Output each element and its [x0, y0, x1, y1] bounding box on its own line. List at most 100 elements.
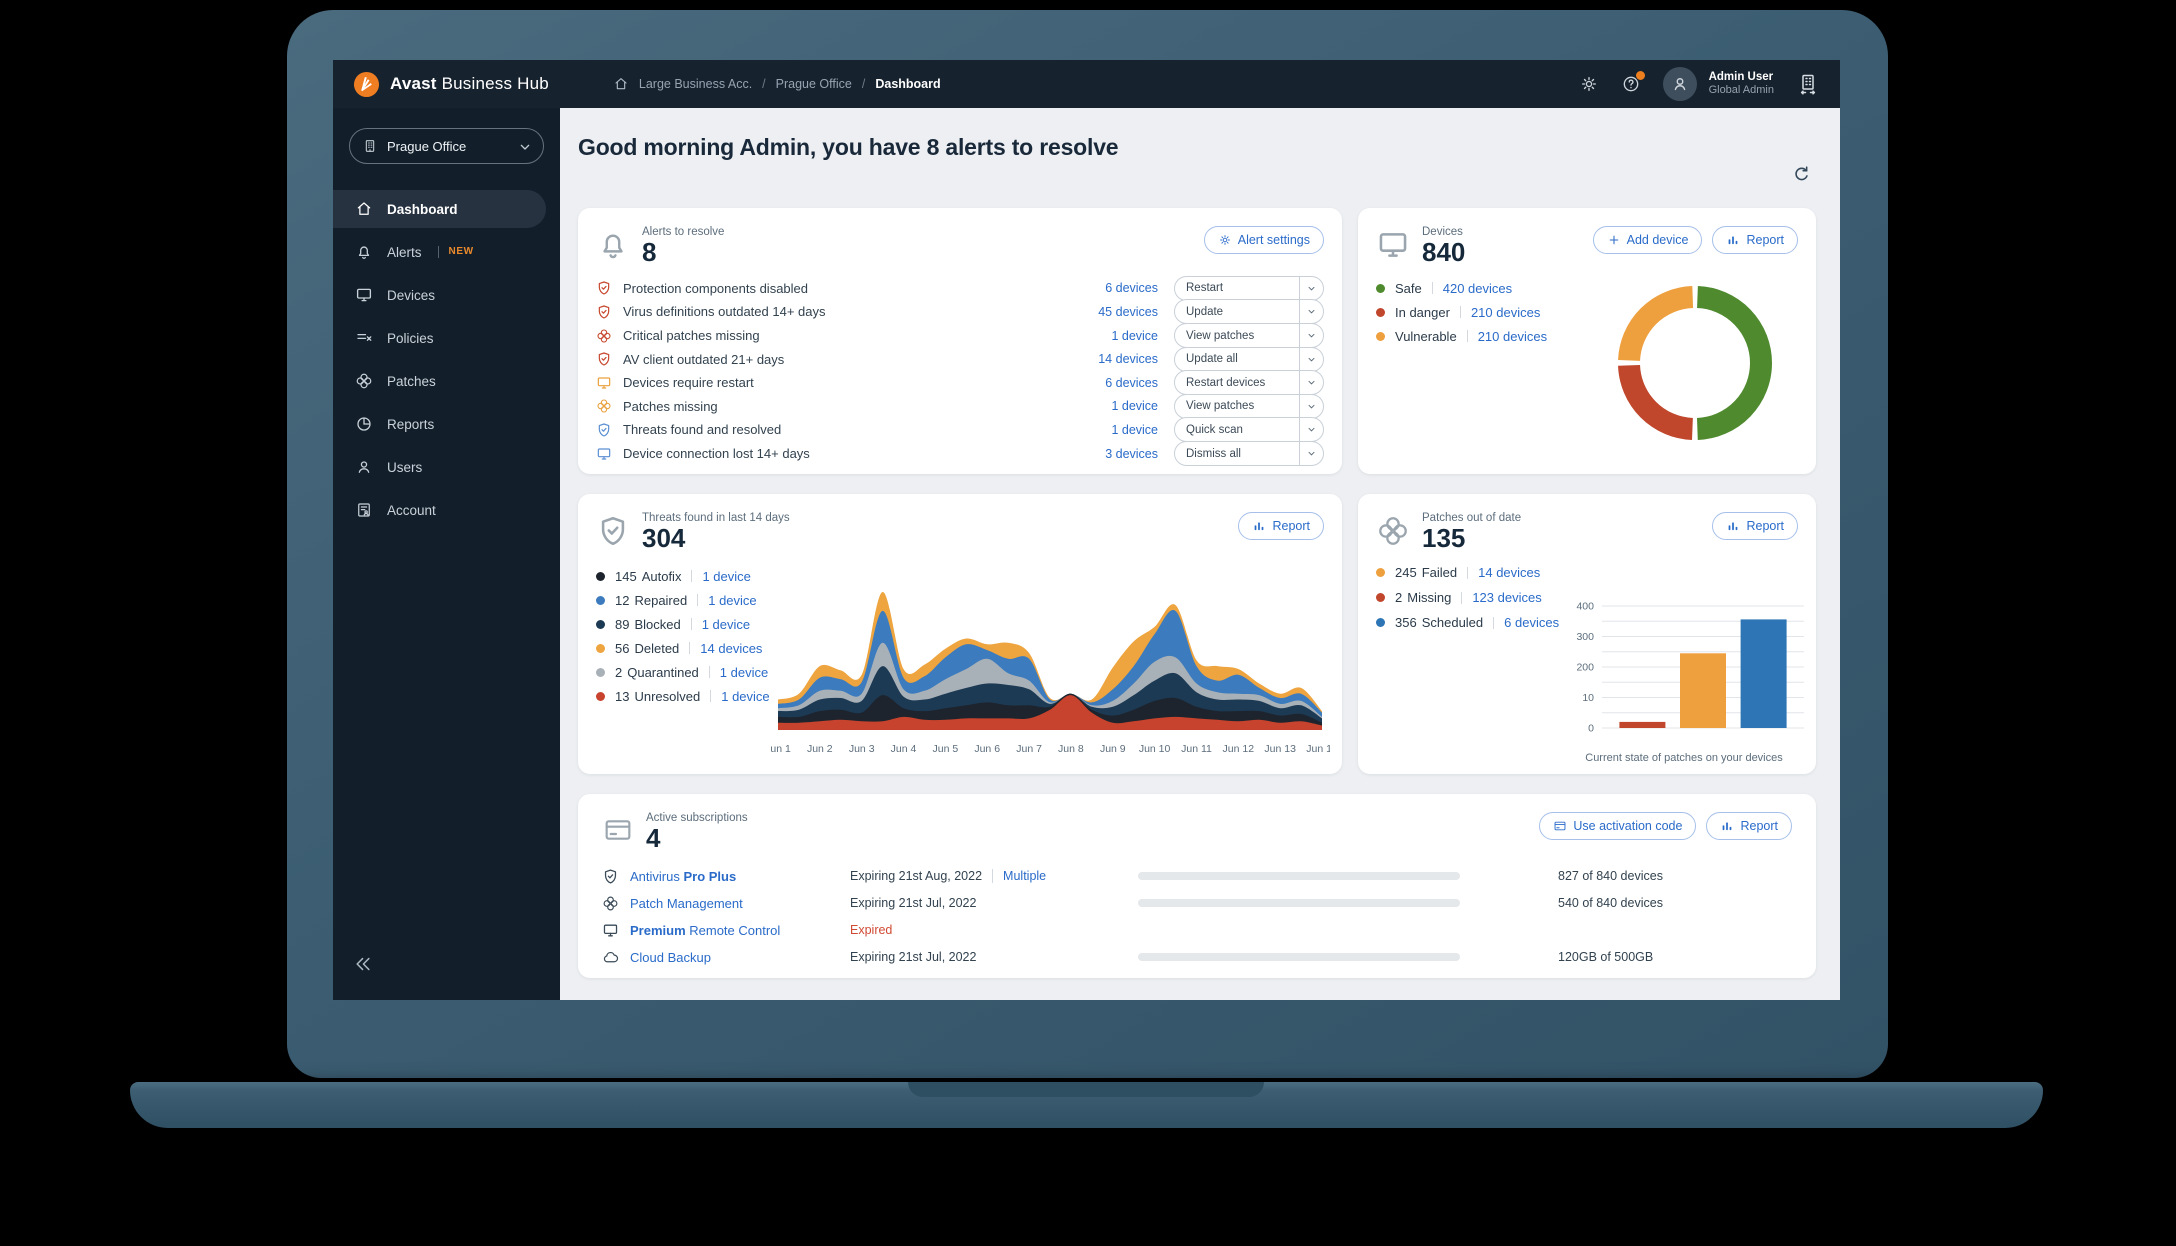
alert-action-dropdown[interactable]: View patches — [1174, 393, 1324, 419]
alert-devices-link[interactable]: 6 devices — [1105, 376, 1158, 390]
alert-action-dropdown[interactable]: Dismiss all — [1174, 441, 1324, 467]
alert-devices-link[interactable]: 6 devices — [1105, 281, 1158, 295]
svg-text:Jun 4: Jun 4 — [891, 743, 917, 755]
subscription-name-link[interactable]: Premium Remote Control — [602, 922, 850, 939]
subscription-name-link[interactable]: Antivirus Pro Plus — [602, 868, 850, 885]
subscription-row: Cloud Backup Expiring 21st Jul, 2022 120… — [602, 944, 1792, 971]
chevron-down-icon[interactable] — [1299, 442, 1323, 466]
sidebar-item-devices[interactable]: Devices — [333, 276, 560, 314]
alert-devices-link[interactable]: 14 devices — [1098, 352, 1158, 366]
legend-link[interactable]: 210 devices — [1478, 329, 1547, 344]
sidebar-item-reports[interactable]: Reports — [333, 405, 560, 443]
subscription-name-link[interactable]: Patch Management — [602, 895, 850, 912]
name-text: Cloud Backup — [630, 949, 711, 965]
expiry-text: Expiring 21st Aug, 2022 — [850, 869, 983, 884]
devices-card: Devices 840 Add device Report Safe 420 de… — [1358, 208, 1816, 474]
legend-link[interactable]: 123 devices — [1472, 590, 1541, 605]
chevron-down-icon[interactable] — [1299, 324, 1323, 348]
threats-report-button[interactable]: Report — [1238, 512, 1324, 540]
alert-devices-link[interactable]: 1 device — [1111, 399, 1158, 413]
legend-value: 2 — [615, 664, 623, 680]
chevron-down-icon[interactable] — [1299, 276, 1323, 300]
brand-rest: Business Hub — [441, 74, 549, 93]
breadcrumb-site[interactable]: Prague Office — [776, 77, 852, 91]
legend-link[interactable]: 1 device — [702, 617, 750, 632]
policies-icon — [355, 329, 373, 347]
shield-icon — [596, 304, 612, 320]
alert-devices-link[interactable]: 45 devices — [1098, 305, 1158, 319]
legend-link[interactable]: 6 devices — [1504, 615, 1559, 630]
sidebar-item-policies[interactable]: Policies — [333, 319, 560, 357]
alert-action-dropdown[interactable]: Restart — [1174, 275, 1324, 301]
dropdown-label: View patches — [1186, 329, 1255, 342]
chevron-down-icon[interactable] — [1299, 418, 1323, 442]
top-bar-actions: Admin User Global Admin — [1579, 67, 1820, 101]
legend-link[interactable]: 1 device — [720, 665, 768, 680]
alert-action-dropdown[interactable]: Quick scan — [1174, 417, 1324, 443]
alert-devices-link[interactable]: 3 devices — [1105, 447, 1158, 461]
chevron-down-icon[interactable] — [1299, 347, 1323, 371]
subscriptions-report-button[interactable]: Report — [1706, 812, 1792, 840]
app-window: Avast Business Hub Large Business Acc. /… — [333, 60, 1840, 1000]
use-activation-code-button[interactable]: Use activation code — [1539, 812, 1697, 840]
alert-devices-link[interactable]: 1 device — [1111, 423, 1158, 437]
legend-link[interactable]: 14 devices — [700, 641, 762, 656]
location-selector[interactable]: Prague Office — [349, 128, 544, 164]
chevron-down-icon[interactable] — [1299, 300, 1323, 324]
card-icon — [1553, 819, 1567, 833]
sidebar-item-account[interactable]: Account — [333, 491, 560, 529]
alert-action-dropdown[interactable]: Update all — [1174, 346, 1324, 372]
legend-value: 356 — [1395, 615, 1417, 630]
chevron-down-icon[interactable] — [1299, 371, 1323, 395]
sidebar-item-label: Account — [387, 502, 436, 518]
top-bar: Avast Business Hub Large Business Acc. /… — [333, 60, 1840, 108]
help-notification-dot — [1635, 71, 1645, 80]
divider — [1431, 282, 1433, 294]
breadcrumb-account[interactable]: Large Business Acc. — [639, 77, 752, 91]
alert-action-dropdown[interactable]: Update — [1174, 299, 1324, 325]
user-info[interactable]: Admin User Global Admin — [1709, 70, 1774, 98]
settings-gear-icon[interactable] — [1579, 74, 1599, 94]
alert-title: Devices require restart — [623, 375, 754, 391]
cloud-icon — [602, 949, 619, 966]
multiple-link[interactable]: Multiple — [992, 869, 1046, 884]
alert-devices-link[interactable]: 1 device — [1111, 329, 1158, 343]
company-switcher-icon[interactable] — [1796, 72, 1820, 96]
bar-chart-icon — [1720, 819, 1734, 833]
legend-link[interactable]: 420 devices — [1443, 281, 1512, 296]
sidebar-item-users[interactable]: Users — [333, 448, 560, 486]
help-icon[interactable] — [1621, 71, 1645, 94]
legend-link[interactable]: 1 device — [702, 569, 750, 584]
sidebar: Prague Office Dashboard Alerts NEW Devic… — [333, 108, 560, 1000]
legend-label: Missing — [1407, 590, 1452, 605]
legend-label: Autofix — [641, 568, 682, 584]
sidebar-item-label: Users — [387, 459, 423, 475]
collapse-sidebar-icon[interactable] — [353, 954, 373, 974]
shield-icon — [596, 351, 612, 367]
add-device-button[interactable]: Add device — [1592, 226, 1703, 254]
subscription-name-link[interactable]: Cloud Backup — [602, 949, 850, 966]
chevron-down-icon[interactable] — [1299, 394, 1323, 418]
legend-link[interactable]: 14 devices — [1478, 565, 1540, 580]
home-icon[interactable] — [613, 76, 629, 92]
dropdown-label: Update all — [1186, 353, 1238, 366]
sidebar-item-alerts[interactable]: Alerts NEW — [333, 233, 560, 271]
alert-settings-button[interactable]: Alert settings — [1203, 226, 1324, 254]
legend-link[interactable]: 1 device — [708, 593, 756, 608]
patches-report-button[interactable]: Report — [1712, 512, 1798, 540]
legend-value: 2 — [1395, 590, 1403, 605]
legend-link[interactable]: 1 device — [721, 689, 769, 704]
alert-action-dropdown[interactable]: View patches — [1174, 323, 1324, 349]
breadcrumb-separator: / — [762, 77, 766, 91]
alert-action-dropdown[interactable]: Restart devices — [1174, 370, 1324, 396]
sidebar-item-patches[interactable]: Patches — [333, 362, 560, 400]
legend-row: 56 Deleted 14 devices — [596, 636, 770, 660]
patches-count: 135 — [1422, 523, 1466, 553]
bar-chart-caption: Current state of patches on your devices — [1585, 752, 1783, 764]
devices-report-button[interactable]: Report — [1712, 226, 1798, 254]
sidebar-item-dashboard[interactable]: Dashboard — [333, 190, 546, 228]
legend-link[interactable]: 210 devices — [1471, 305, 1540, 320]
dropdown-label: Quick scan — [1186, 423, 1243, 436]
refresh-icon[interactable] — [1791, 164, 1812, 185]
avatar[interactable] — [1662, 67, 1697, 101]
